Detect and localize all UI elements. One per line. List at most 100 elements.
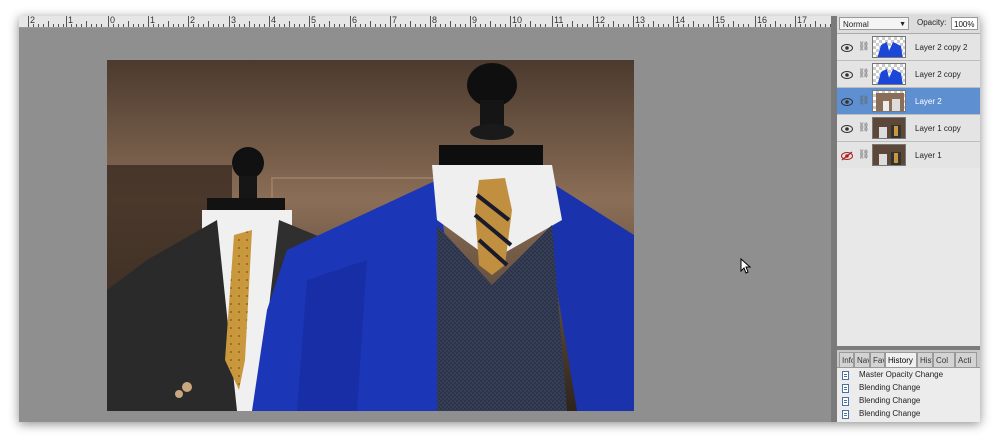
- ruler-minor-tick: [693, 21, 694, 27]
- history-item[interactable]: Master Opacity Change: [837, 369, 980, 382]
- layer-row[interactable]: ⛓ Layer 2 copy 2: [837, 34, 980, 61]
- chain-link-icon[interactable]: ⛓: [858, 41, 869, 52]
- ruler-minor-tick: [785, 24, 786, 27]
- ruler-minor-tick: [324, 24, 325, 27]
- ruler-minor-tick: [490, 21, 491, 27]
- ruler-minor-tick: [545, 24, 546, 27]
- ruler-tick: [350, 16, 351, 27]
- ruler-minor-tick: [53, 24, 54, 27]
- ruler-tick: [188, 16, 189, 27]
- ruler-minor-tick: [775, 21, 776, 27]
- ruler-minor-tick: [48, 21, 49, 27]
- history-item[interactable]: Blending Change: [837, 408, 980, 421]
- ruler-minor-tick: [613, 21, 614, 27]
- eye-icon[interactable]: [840, 95, 854, 107]
- tab-nav[interactable]: Nav: [854, 352, 870, 367]
- ruler-minor-tick: [540, 24, 541, 27]
- ruler-minor-tick: [688, 24, 689, 27]
- panel-tabs: InfoNavFavHistoryHistColActi: [837, 350, 980, 368]
- ruler-minor-tick: [562, 24, 563, 27]
- tab-col[interactable]: Col: [933, 352, 955, 367]
- eye-icon[interactable]: [840, 68, 854, 80]
- ruler-minor-tick: [535, 24, 536, 27]
- ruler-tick: [713, 16, 714, 27]
- ruler-minor-tick: [86, 21, 87, 27]
- tab-hist[interactable]: Hist: [917, 352, 933, 367]
- layer-thumbnail[interactable]: [872, 90, 906, 112]
- ruler-minor-tick: [643, 24, 644, 27]
- ruler-minor-tick: [703, 24, 704, 27]
- canvas-workspace[interactable]: [19, 28, 831, 422]
- ruler-minor-tick: [380, 24, 381, 27]
- ruler-minor-tick: [173, 24, 174, 27]
- layers-panel: Normal ▼ Opacity: 100% ⛓ Layer 2 copy 2 ⛓ L…: [837, 16, 980, 422]
- ruler-minor-tick: [505, 24, 506, 27]
- ruler-tick: [269, 16, 270, 27]
- ruler-minor-tick: [234, 24, 235, 27]
- ruler-tick: [390, 16, 391, 27]
- layer-row[interactable]: ⛓ Layer 1 copy: [837, 115, 980, 142]
- eye-icon[interactable]: [840, 41, 854, 53]
- tab-fav[interactable]: Fav: [870, 352, 885, 367]
- ruler-minor-tick: [158, 24, 159, 27]
- layer-thumbnail[interactable]: [872, 63, 906, 85]
- history-item[interactable]: Blending Change: [837, 395, 980, 408]
- opacity-label: Opacity:: [917, 18, 947, 27]
- history-item-label: Master Opacity Change: [859, 370, 944, 379]
- layer-name: Layer 2 copy 2: [915, 43, 968, 52]
- ruler-minor-tick: [264, 24, 265, 27]
- chain-link-icon[interactable]: ⛓: [858, 95, 869, 106]
- ruler-minor-tick: [274, 24, 275, 27]
- ruler-minor-tick: [450, 21, 451, 27]
- ruler-minor-tick: [355, 24, 356, 27]
- tab-acti[interactable]: Acti: [955, 352, 977, 367]
- horizontal-ruler: 2 1 0 1 2 3 4 5 6 7 8 9 10 11 12 13 14 15 16 17: [19, 16, 831, 28]
- ruler-minor-tick: [163, 24, 164, 27]
- opacity-input[interactable]: 100%: [951, 17, 978, 30]
- layer-name: Layer 1: [915, 151, 942, 160]
- layer-thumbnail[interactable]: [872, 117, 906, 139]
- history-item-label: Blending Change: [859, 409, 921, 418]
- eye-icon[interactable]: [840, 122, 854, 134]
- layer-row[interactable]: ⛓ Layer 2 copy: [837, 61, 980, 88]
- chain-link-icon[interactable]: ⛓: [858, 68, 869, 79]
- ruler-minor-tick: [91, 24, 92, 27]
- ruler-tick: [108, 16, 109, 27]
- ruler-minor-tick: [653, 21, 654, 27]
- layers-empty-area[interactable]: [837, 168, 980, 346]
- chain-link-icon[interactable]: ⛓: [858, 122, 869, 133]
- ruler-tick: [510, 16, 511, 27]
- ruler-minor-tick: [425, 24, 426, 27]
- ruler-minor-tick: [223, 24, 224, 27]
- ruler-minor-tick: [733, 21, 734, 27]
- chain-link-icon[interactable]: ⛓: [858, 149, 869, 160]
- ruler-minor-tick: [289, 21, 290, 27]
- document-image[interactable]: [107, 60, 634, 411]
- ruler-minor-tick: [405, 24, 406, 27]
- ruler-minor-tick: [728, 24, 729, 27]
- blend-mode-select[interactable]: Normal ▼: [839, 17, 909, 30]
- tab-info[interactable]: Info: [839, 352, 854, 367]
- ruler-minor-tick: [81, 24, 82, 27]
- ruler-minor-tick: [770, 24, 771, 27]
- layer-row[interactable]: ⛓ Layer 2: [837, 88, 980, 115]
- ruler-minor-tick: [455, 24, 456, 27]
- ruler-minor-tick: [76, 24, 77, 27]
- ruler-minor-tick: [168, 21, 169, 27]
- ruler-minor-tick: [495, 24, 496, 27]
- ruler-minor-tick: [415, 24, 416, 27]
- ruler-minor-tick: [760, 24, 761, 27]
- layer-thumbnail[interactable]: [872, 144, 906, 166]
- history-item[interactable]: Blending Change: [837, 382, 980, 395]
- layer-thumbnail[interactable]: [872, 36, 906, 58]
- history-state-icon: [842, 410, 849, 419]
- tab-history[interactable]: History: [885, 352, 917, 367]
- ruler-minor-tick: [582, 24, 583, 27]
- layer-name: Layer 1 copy: [915, 124, 961, 133]
- layer-row[interactable]: ⛓ Layer 1: [837, 142, 980, 169]
- ruler-minor-tick: [128, 21, 129, 27]
- ruler-minor-tick: [810, 24, 811, 27]
- eye-slash-icon[interactable]: [840, 149, 854, 161]
- ruler-minor-tick: [249, 21, 250, 27]
- ruler-minor-tick: [683, 24, 684, 27]
